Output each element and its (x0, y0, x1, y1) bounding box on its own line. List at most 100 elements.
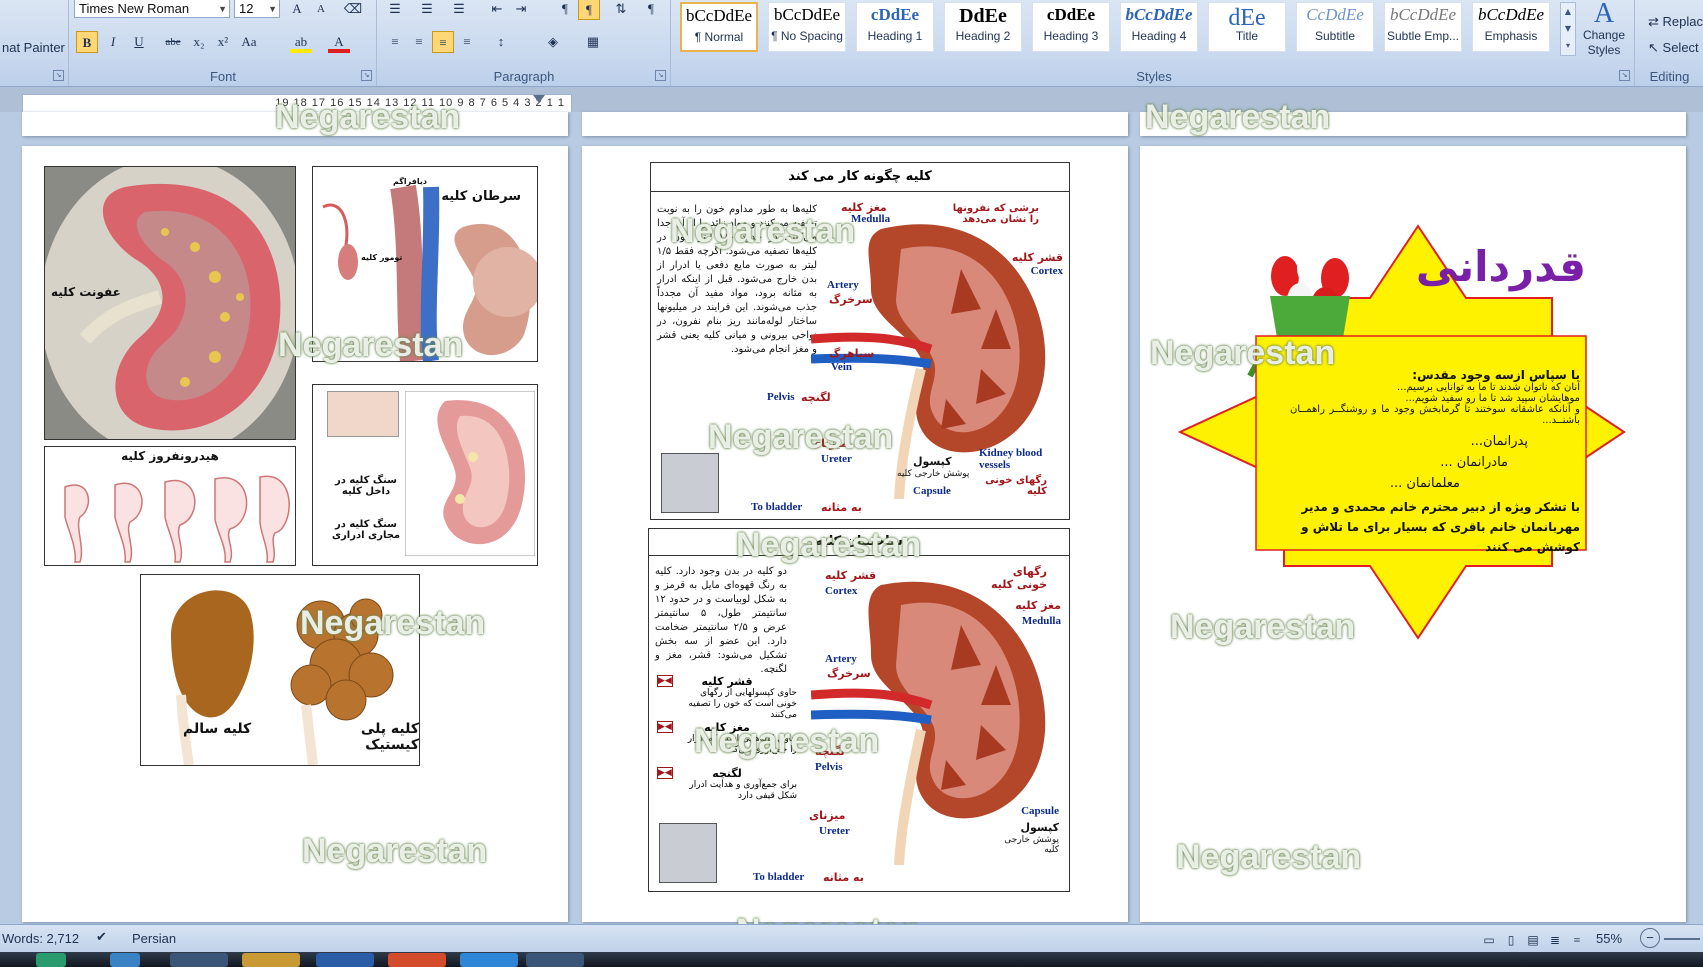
print-layout-icon[interactable]: ▭ (1478, 929, 1500, 951)
paragraph-group: ☰ ☰ ☰ ⇤ ⇥ ¶ ¶ ⇅ ¶ ≡ ≡ ≡ ≡ ↕ ◈ ▦ Paragrap… (378, 0, 671, 86)
font-color-icon[interactable]: A (328, 31, 350, 53)
taskbar-app-icon[interactable] (110, 953, 140, 967)
kidney-structure-diagram: ساختمان کلیه دو کلیه در بدن وجود دارد. ک… (648, 528, 1070, 892)
numbering-icon[interactable]: ☰ (416, 0, 438, 20)
font-size-combo[interactable]: 12 ▼ (234, 0, 280, 18)
taskbar-app-icon[interactable] (316, 953, 374, 967)
taskbar-app-icon[interactable] (388, 953, 446, 967)
web-layout-icon[interactable]: ▤ (1522, 929, 1544, 951)
format-painter-button[interactable]: nat Painter (2, 40, 65, 55)
page-left[interactable]: عفونت کلیه سرطان کلیه دیافراگم تومور کلی… (22, 146, 568, 922)
capsule-en-label: Capsule (913, 485, 951, 497)
legend-item: ◀▶ قشر کلیه حاوی کپسولهایی از رگهای خونی ا… (657, 675, 797, 721)
zoom-out-icon[interactable]: − (1640, 928, 1660, 948)
sort-icon[interactable]: ⇅ (610, 0, 632, 20)
word-count[interactable]: Words: 2,712 (2, 931, 79, 946)
style-tile-heading-4[interactable]: bCcDdEe Heading 4 (1120, 2, 1198, 52)
underline-button[interactable]: U (128, 31, 150, 53)
zoom-slider[interactable] (1664, 938, 1700, 940)
show-marks-icon[interactable]: ¶ (640, 0, 662, 20)
ureter-en-label: Ureter (819, 825, 850, 837)
proofing-icon[interactable]: ✔ (96, 929, 107, 945)
page-middle[interactable]: کلیه چگونه کار می کند کلیه‌ها به طور مدا… (582, 146, 1128, 922)
taskbar-app-icon[interactable] (36, 953, 66, 967)
style-tile-subtle-emp[interactable]: bCcDdEe Subtle Emp... (1384, 2, 1462, 52)
shading-icon[interactable]: ◈ (542, 31, 564, 53)
cortex-fa-label: قشر کلیه (825, 569, 877, 582)
draft-icon[interactable]: ≡ (1566, 929, 1588, 951)
speaker-icon[interactable]: ◀▶ (657, 721, 673, 733)
justify-icon[interactable]: ≡ (456, 31, 478, 53)
clipboard-launcher-icon[interactable]: ↘ (53, 70, 64, 81)
rtl-icon[interactable]: ¶ (578, 0, 600, 20)
shrink-font-button[interactable]: A (310, 0, 332, 20)
align-left-icon[interactable]: ≡ (384, 31, 406, 53)
taskbar-app-icon[interactable] (170, 953, 228, 967)
horizontal-ruler[interactable]: 19 18 17 16 15 14 13 12 11 10 9 8 7 6 5 … (22, 94, 572, 114)
style-tile-heading-2[interactable]: DdEe Heading 2 (944, 2, 1022, 52)
style-tile-heading-3[interactable]: cDdEe Heading 3 (1032, 2, 1110, 52)
page-right[interactable]: قدردانی با سپاس ازسه وجود مقدس: آنان که … (1140, 146, 1686, 922)
replace-button[interactable]: ⇄ Replace (1648, 14, 1703, 30)
outline-icon[interactable]: ≣ (1544, 929, 1566, 951)
kidney-function-diagram: کلیه چگونه کار می کند کلیه‌ها به طور مدا… (650, 162, 1070, 520)
document-area[interactable]: عفونت کلیه سرطان کلیه دیافراگم تومور کلی… (0, 98, 1703, 950)
change-case-button[interactable]: Aa (238, 31, 260, 53)
gallery-scroll[interactable]: ▲ ▼ ▾ (1560, 2, 1576, 56)
increase-indent-icon[interactable]: ⇥ (510, 0, 532, 20)
capsule-fa-label: کپسول (913, 455, 952, 468)
styles-launcher-icon[interactable]: ↘ (1619, 70, 1630, 81)
grow-font-button[interactable]: A (286, 0, 308, 20)
taskbar-app-icon[interactable] (460, 953, 518, 967)
stone-inside-caption: سنگ کلیه در داخل کلیه (334, 475, 398, 497)
subscript-button[interactable]: x₂ (188, 31, 210, 53)
strikethrough-button[interactable]: abe (162, 31, 184, 53)
align-right-icon[interactable]: ≡ (432, 31, 454, 53)
capsule-fa-label: کپسول (1020, 821, 1059, 834)
bullets-icon[interactable]: ☰ (384, 0, 406, 20)
speaker-icon[interactable]: ◀▶ (657, 675, 673, 687)
change-styles-button[interactable]: A Change Styles (1578, 0, 1630, 66)
torso-thumbnail (659, 823, 717, 883)
paragraph-launcher-icon[interactable]: ↘ (655, 70, 666, 81)
style-tile-heading-1[interactable]: cDdEe Heading 1 (856, 2, 934, 52)
line-spacing-icon[interactable]: ↕ (490, 31, 512, 53)
indent-marker-icon[interactable] (533, 95, 545, 103)
torso-thumbnail (661, 453, 719, 513)
artery-fa-label: سرخرگ (827, 667, 871, 680)
taskbar-app-icon[interactable] (242, 953, 300, 967)
taskbar-app-icon[interactable] (526, 953, 584, 967)
style-tile-normal[interactable]: bCcDdEe ¶ Normal (680, 2, 758, 52)
font-launcher-icon[interactable]: ↘ (361, 70, 372, 81)
nephron-note-label: برشی که نفرونها را نشان می‌دهد (952, 203, 1039, 225)
kidney-cancer-image: سرطان کلیه دیافراگم تومور کلیه (312, 166, 538, 362)
align-center-icon[interactable]: ≡ (408, 31, 430, 53)
italic-button[interactable]: I (102, 31, 124, 53)
highlight-icon[interactable]: ab (290, 31, 312, 53)
chevron-down-icon: ▼ (268, 4, 277, 14)
style-tile-emphasis[interactable]: bCcDdEe Emphasis (1472, 2, 1550, 52)
language-indicator[interactable]: Persian (132, 931, 176, 946)
replace-label: Replace (1662, 14, 1703, 29)
clipboard-group: nat Painter ↘ (0, 0, 69, 86)
gratitude-body: با سپاس ازسه وجود مقدس: آنان که ناتوان ش… (1290, 368, 1580, 557)
style-name: Emphasis (1484, 29, 1538, 43)
multilevel-list-icon[interactable]: ☰ (448, 0, 470, 20)
superscript-button[interactable]: x² (212, 31, 234, 53)
bold-button[interactable]: B (76, 31, 98, 53)
speaker-icon[interactable]: ◀▶ (657, 767, 673, 779)
clear-format-icon[interactable]: ⌫ (342, 0, 364, 20)
styles-group-label: Styles (1136, 69, 1172, 84)
style-tile-subtitle[interactable]: CcDdEe Subtitle (1296, 2, 1374, 52)
font-name-combo[interactable]: Times New Roman ▼ (74, 0, 230, 18)
capsule-note-label: پوشش خارجی کلیه (1004, 835, 1059, 855)
borders-icon[interactable]: ▦ (582, 31, 604, 53)
style-tile-title[interactable]: dEe Title (1208, 2, 1286, 52)
legend-item: ◀▶ مغز کلیه حاوی لوله‌هایی است که ادرار را… (657, 721, 797, 767)
style-tile-no-spacing[interactable]: bCcDdEe ¶ No Spacing (768, 2, 846, 52)
ltr-icon[interactable]: ¶ (554, 0, 576, 20)
decrease-indent-icon[interactable]: ⇤ (486, 0, 508, 20)
select-button[interactable]: ↖ Select (1648, 40, 1699, 56)
full-screen-reading-icon[interactable]: ▯ (1500, 929, 1522, 951)
zoom-level[interactable]: 55% (1596, 931, 1622, 946)
